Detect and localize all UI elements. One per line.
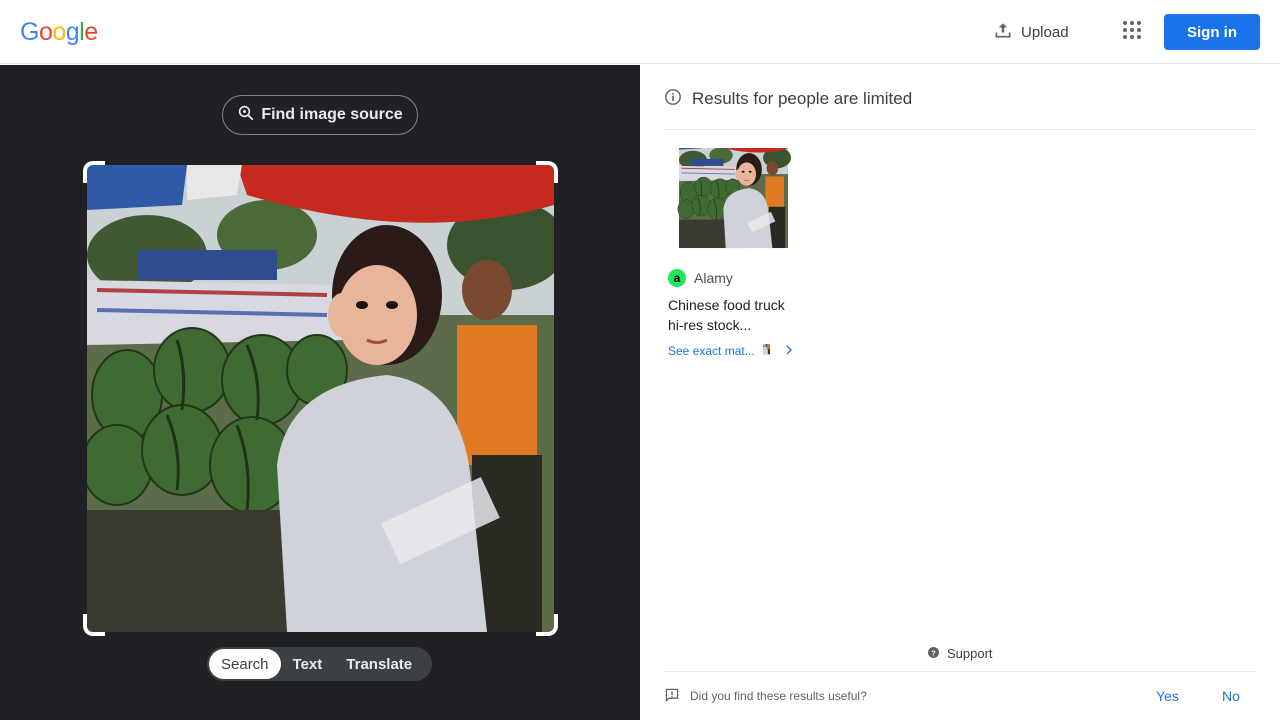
- logo-letter: G: [20, 18, 39, 46]
- query-image: [87, 165, 554, 632]
- crop-frame[interactable]: [83, 161, 558, 636]
- result-thumbnail[interactable]: [664, 148, 803, 257]
- image-pane: Find image source Search Text Translate: [0, 65, 640, 720]
- crop-handle-bottom-right[interactable]: [536, 614, 558, 636]
- alamy-favicon-icon: a: [668, 269, 686, 287]
- feedback-yes-button[interactable]: Yes: [1156, 688, 1179, 704]
- lens-search-icon: [237, 104, 255, 127]
- apps-grid-button[interactable]: [1112, 12, 1152, 52]
- upload-button[interactable]: Upload: [985, 12, 1077, 52]
- logo-letter: o: [52, 18, 66, 46]
- chevron-right-icon: [785, 344, 793, 358]
- crop-handle-bottom-left[interactable]: [83, 614, 105, 636]
- result-source: a Alamy: [664, 269, 804, 287]
- support-link[interactable]: ? Support: [928, 646, 993, 661]
- top-header: Google Upload Sign in: [0, 0, 1280, 64]
- tab-search[interactable]: Search: [209, 649, 281, 679]
- find-image-source-label: Find image source: [261, 106, 403, 123]
- result-card[interactable]: a Alamy Chinese food truck hi-res stock.…: [664, 148, 804, 358]
- result-title-line2: hi-res stock...: [668, 317, 752, 333]
- limited-notice: Results for people are limited: [664, 87, 912, 111]
- apps-grid-icon: [1123, 20, 1141, 44]
- support-label: Support: [947, 646, 993, 661]
- logo-letter: g: [65, 18, 80, 46]
- feedback-question: Did you find these results useful?: [664, 687, 867, 706]
- result-title[interactable]: Chinese food truck hi-res stock...: [664, 295, 804, 335]
- tab-translate[interactable]: Translate: [334, 649, 424, 679]
- see-exact-matches-link[interactable]: See exact mat...: [664, 344, 804, 358]
- results-pane: Results for people are limited a Alamy C…: [640, 65, 1280, 720]
- tab-text[interactable]: Text: [281, 649, 335, 679]
- svg-text:?: ?: [931, 648, 936, 657]
- logo-letter: o: [38, 18, 53, 46]
- upload-icon: [993, 20, 1013, 44]
- feedback-no-button[interactable]: No: [1222, 688, 1240, 704]
- exact-match-thumbnail: [763, 344, 777, 358]
- divider: [664, 671, 1256, 672]
- info-icon: [664, 88, 682, 111]
- logo-letter: e: [84, 18, 98, 46]
- google-logo[interactable]: Google: [20, 17, 98, 47]
- crop-handle-top-right[interactable]: [536, 161, 558, 183]
- result-title-line1: Chinese food truck: [668, 297, 785, 313]
- upload-label: Upload: [1021, 23, 1069, 41]
- feedback-bar: Did you find these results useful? Yes N…: [664, 685, 1256, 707]
- see-exact-matches-label: See exact mat...: [668, 344, 755, 358]
- crop-handle-top-left[interactable]: [83, 161, 105, 183]
- feedback-icon: [664, 687, 680, 706]
- mode-tabs: Search Text Translate: [207, 647, 432, 681]
- source-name: Alamy: [694, 270, 733, 286]
- feedback-question-text: Did you find these results useful?: [690, 689, 867, 703]
- divider: [664, 129, 1256, 130]
- help-icon: ?: [928, 646, 939, 661]
- find-image-source-button[interactable]: Find image source: [222, 95, 418, 135]
- sign-in-button[interactable]: Sign in: [1164, 14, 1260, 50]
- limited-text: Results for people are limited: [692, 89, 913, 108]
